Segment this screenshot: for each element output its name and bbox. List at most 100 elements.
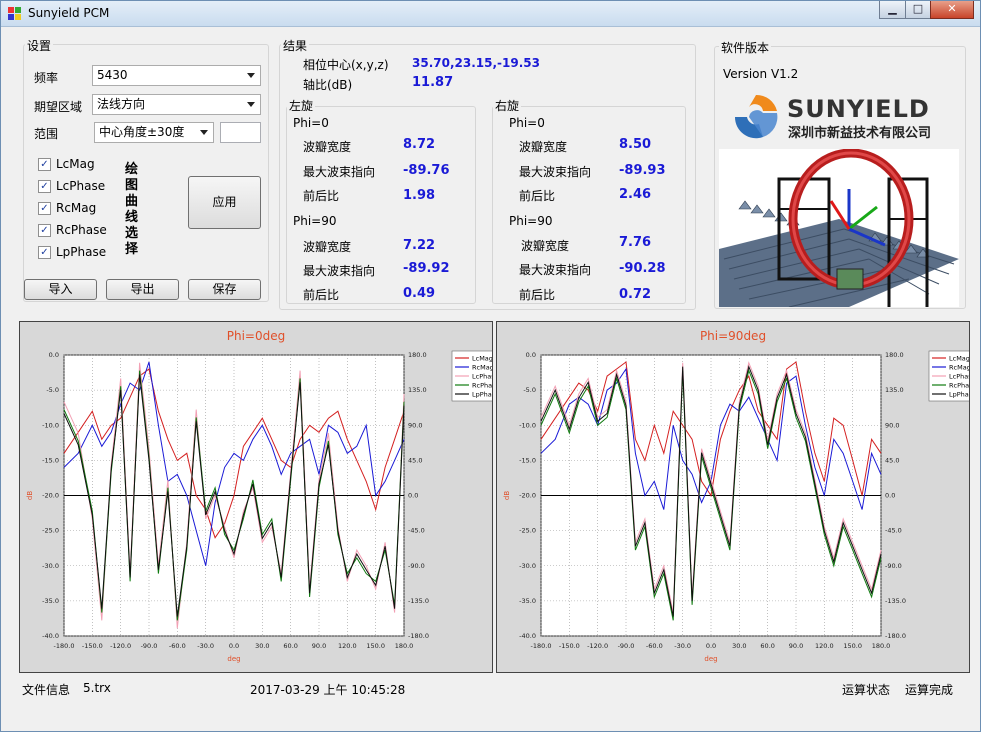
import-button[interactable]: 导入	[24, 279, 97, 300]
legend-label: RcPhase	[949, 382, 969, 390]
axial-ratio-value: 11.87	[412, 75, 454, 90]
y-tick-label: -10.0	[519, 421, 536, 429]
y-tick-label: -35.0	[519, 597, 536, 605]
chevron-down-icon	[200, 130, 208, 135]
right-phi90-title: Phi=90	[509, 214, 553, 228]
right-phi90-fb-value: 0.72	[619, 287, 652, 302]
x-tick-label: 90.0	[312, 642, 326, 650]
y2-tick-label: 135.0	[885, 386, 904, 394]
file-name: 5.trx	[83, 681, 111, 695]
legend-label: LpPhase	[949, 391, 969, 399]
x-axis-label: deg	[227, 655, 240, 663]
left-phi0-fb-value: 1.98	[403, 188, 436, 203]
legend-label: LcMag	[472, 355, 492, 363]
main-window: Sunyield PCM ▁ □ ✕ 设置 频率 5430 期望区域 法线方向 …	[0, 0, 981, 732]
lcphase-checkbox-label: LcPhase	[56, 179, 106, 193]
frequency-select[interactable]: 5430	[92, 65, 261, 86]
y-tick-label: -5.0	[46, 386, 59, 394]
left-phi0-dir-value: -89.76	[403, 163, 450, 178]
y2-tick-label: 0.0	[885, 492, 895, 500]
left-phi90-fb-label: 前后比	[303, 288, 340, 302]
y2-tick-label: 45.0	[885, 456, 899, 464]
minimize-button[interactable]: ▁	[879, 1, 906, 19]
lcmag-checkbox[interactable]: ✓	[38, 158, 51, 171]
axial-ratio-label: 轴比(dB)	[303, 78, 353, 92]
y-tick-label: -5.0	[523, 386, 536, 394]
chevron-down-icon	[247, 102, 255, 107]
y2-tick-label: 135.0	[408, 386, 427, 394]
left-phi90-title: Phi=90	[293, 214, 337, 228]
y-tick-label: -25.0	[519, 527, 536, 535]
y2-tick-label: -45.0	[885, 527, 902, 535]
y2-tick-label: -135.0	[408, 597, 429, 605]
left-phi0-fb-label: 前后比	[303, 189, 340, 203]
y2-tick-label: 0.0	[408, 492, 418, 500]
region-label: 期望区域	[34, 100, 83, 114]
right-phi0-title: Phi=0	[509, 116, 545, 130]
y-tick-label: -15.0	[42, 456, 59, 464]
region-select-value: 法线方向	[97, 97, 146, 111]
file-info-label: 文件信息	[22, 683, 71, 697]
right-phi0-dir-label: 最大波束指向	[519, 165, 592, 179]
chart-phi90: Phi=90deg -180.0 -150.0 -120.0 -90.0 -60.0 -3…	[496, 321, 970, 673]
left-phi90-bw-value: 7.22	[403, 238, 436, 253]
y2-tick-label: 180.0	[408, 351, 427, 359]
range-select-value: 中心角度±30度	[99, 125, 185, 139]
range-select[interactable]: 中心角度±30度	[94, 122, 214, 143]
chart-phi0: Phi=0deg -180.0 -150.0 -120.0 -90.0 -60.0 -30…	[19, 321, 493, 673]
left-phi90-fb-value: 0.49	[403, 286, 436, 301]
y2-tick-label: -180.0	[885, 632, 906, 640]
date-time: 2017-03-29 上午 10:45:28	[250, 683, 406, 697]
left-phi90-dir-label: 最大波束指向	[303, 264, 376, 278]
logo-wordmark: SUNYIELD	[787, 95, 930, 123]
right-phi90-dir-label: 最大波束指向	[519, 263, 592, 277]
close-button[interactable]: ✕	[930, 1, 974, 19]
y2-tick-label: 90.0	[408, 421, 422, 429]
compute-status-label: 运算状态	[842, 683, 891, 697]
range-label: 范围	[34, 127, 59, 141]
x-tick-label: 30.0	[255, 642, 269, 650]
chart-phi0-plot: -180.0 -150.0 -120.0 -90.0 -60.0 -30.0 0.0 30.0…	[26, 350, 492, 663]
x-tick-label: -60.0	[169, 642, 186, 650]
export-button[interactable]: 导出	[106, 279, 179, 300]
region-select[interactable]: 法线方向	[92, 94, 261, 115]
x-tick-label: 0.0	[706, 642, 716, 650]
right-phi90-bw-label: 波瓣宽度	[521, 239, 570, 253]
rcmag-checkbox[interactable]: ✓	[38, 202, 51, 215]
y-axis-label: dB	[503, 491, 511, 500]
x-tick-label: -90.0	[618, 642, 635, 650]
maximize-button[interactable]: □	[905, 1, 931, 19]
rcmag-checkbox-label: RcMag	[56, 201, 97, 215]
x-tick-label: 60.0	[760, 642, 774, 650]
title-bar[interactable]: Sunyield PCM ▁ □ ✕	[1, 1, 980, 27]
x-tick-label: 120.0	[338, 642, 357, 650]
legend-label: LcPhase	[472, 373, 492, 381]
x-tick-label: -180.0	[531, 642, 552, 650]
right-phi0-dir-value: -89.93	[619, 163, 666, 178]
left-phi0-bw-label: 波瓣宽度	[303, 140, 352, 154]
right-phi0-bw-label: 波瓣宽度	[519, 140, 568, 154]
lpphase-checkbox[interactable]: ✓	[38, 246, 51, 259]
x-tick-label: -180.0	[54, 642, 75, 650]
save-button[interactable]: 保存	[188, 279, 261, 300]
logo-company: 深圳市新益技术有限公司	[788, 126, 932, 141]
settings-group-label: 设置	[25, 37, 54, 54]
y-tick-label: 0.0	[526, 351, 536, 359]
left-phi90-bw-label: 波瓣宽度	[303, 240, 352, 254]
frequency-select-value: 5430	[97, 68, 128, 82]
right-phi90-bw-value: 7.76	[619, 235, 652, 250]
rcphase-checkbox-label: RcPhase	[56, 223, 107, 237]
x-tick-label: -90.0	[141, 642, 158, 650]
apply-button[interactable]: 应用	[188, 176, 261, 229]
lcphase-checkbox[interactable]: ✓	[38, 180, 51, 193]
x-tick-label: -150.0	[559, 642, 580, 650]
curve-caption-char: 择	[125, 242, 139, 257]
right-phi90-dir-value: -90.28	[619, 261, 666, 276]
y-tick-label: -35.0	[42, 597, 59, 605]
y2-tick-label: -45.0	[408, 527, 425, 535]
y2-tick-label: -90.0	[408, 562, 425, 570]
range-extra-input[interactable]	[220, 122, 261, 143]
rcphase-checkbox[interactable]: ✓	[38, 224, 51, 237]
x-tick-label: 180.0	[872, 642, 891, 650]
y-tick-label: -30.0	[42, 562, 59, 570]
